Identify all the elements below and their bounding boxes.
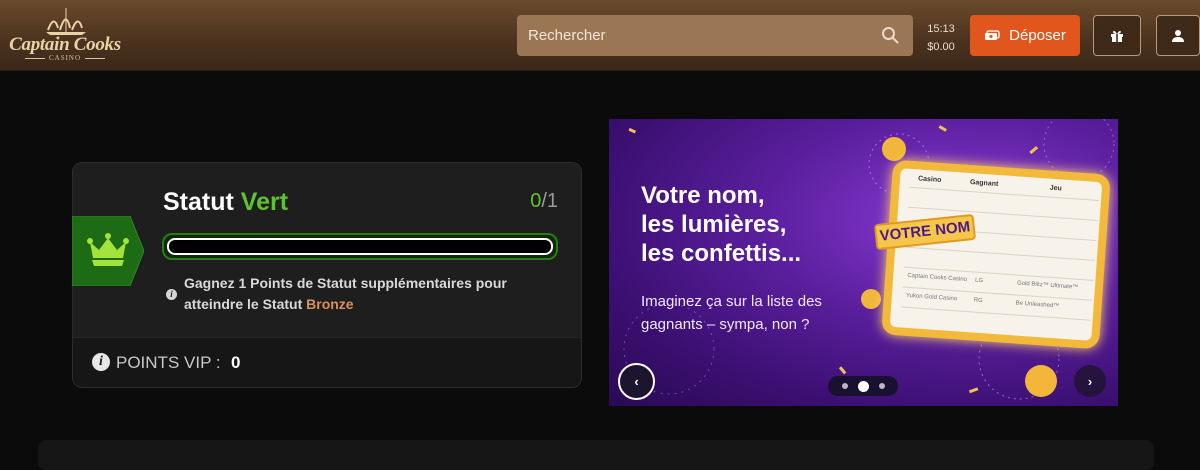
gift-icon	[1111, 30, 1123, 42]
banner-subtext: Imaginez ça sur la liste des gagnants – …	[641, 290, 861, 336]
board-cell: Gold Blitz™ Ultimate™	[1016, 280, 1079, 291]
winners-board: Casino Gagnant Jeu Captain Cooks Casino …	[881, 159, 1111, 350]
info-icon: i	[166, 289, 177, 300]
banner-headline-line3: les confettis...	[641, 240, 802, 267]
banner-sub-line1: Imaginez ça sur la liste des	[641, 293, 822, 310]
carousel-prev-button[interactable]: ‹	[618, 363, 655, 400]
ship-logo-icon	[46, 8, 86, 35]
clock-display: 15:13	[927, 23, 955, 35]
carousel-dots	[828, 376, 898, 396]
crown-badge-icon	[72, 216, 144, 286]
status-msg-part1: Gagnez	[184, 275, 239, 291]
carousel-next-button[interactable]: ›	[1074, 365, 1106, 397]
vip-points-value: 0	[231, 353, 241, 372]
chevron-right-icon: ›	[1087, 373, 1093, 389]
carousel-dot[interactable]	[857, 380, 869, 392]
banner-sub-line2: gagnants – sympa, non ?	[641, 316, 810, 333]
board-header-casino: Casino	[917, 175, 942, 185]
bottom-panel	[38, 440, 1154, 470]
banner-headline: Votre nom, les lumières, les confettis..…	[641, 181, 801, 268]
status-progress-bar	[162, 233, 558, 260]
status-count-total: 1	[546, 190, 558, 212]
search-placeholder: Rechercher	[528, 27, 606, 44]
promo-banner[interactable]: Votre nom, les lumières, les confettis..…	[609, 119, 1118, 406]
top-header: Captain Cooks CASINO Rechercher 15:13 $0…	[0, 0, 1200, 71]
vip-points-label: POINTS VIP :	[116, 353, 221, 372]
vip-info-icon[interactable]: i	[92, 353, 110, 371]
progress-track	[167, 238, 553, 255]
banner-headline-line2: les lumières,	[641, 211, 787, 238]
status-message: Gagnez 1 Points de Statut supplémentaire…	[184, 273, 544, 315]
status-next-level: Bronze	[306, 296, 354, 312]
chevron-left-icon: ‹	[634, 374, 639, 389]
board-header-winner: Gagnant	[969, 179, 999, 188]
user-icon	[1172, 29, 1184, 42]
balance-display: $0.00	[927, 41, 955, 53]
status-count-current: 0	[530, 190, 542, 212]
deposit-button[interactable]: Déposer	[970, 15, 1080, 56]
status-level: Vert	[240, 188, 289, 216]
board-cell: Be Unleashed™	[1015, 300, 1060, 310]
board-cell: LG	[974, 277, 984, 285]
status-count: 0/1	[518, 190, 558, 213]
board-cell: RG	[973, 297, 983, 305]
deposit-icon	[985, 29, 1000, 40]
account-button[interactable]	[1156, 15, 1200, 56]
board-cell: Captain Cooks Casino	[907, 272, 968, 284]
carousel-dot[interactable]	[841, 383, 848, 389]
logo-text: Captain Cooks	[9, 34, 121, 55]
status-title-label: Statut	[163, 188, 234, 216]
logo-subtext: CASINO	[4, 54, 126, 62]
gift-button[interactable]	[1093, 15, 1141, 56]
carousel-dot[interactable]	[878, 383, 885, 389]
search-icon[interactable]	[881, 26, 899, 44]
board-header-game: Jeu	[1049, 184, 1063, 193]
casino-logo[interactable]: Captain Cooks CASINO	[4, 8, 126, 64]
board-cell: Yukon Gold Casino	[905, 292, 958, 303]
deposit-label: Déposer	[1009, 27, 1066, 44]
status-title: Statut Vert	[163, 188, 288, 217]
search-input[interactable]: Rechercher	[517, 15, 913, 56]
banner-headline-line1: Votre nom,	[641, 182, 765, 209]
